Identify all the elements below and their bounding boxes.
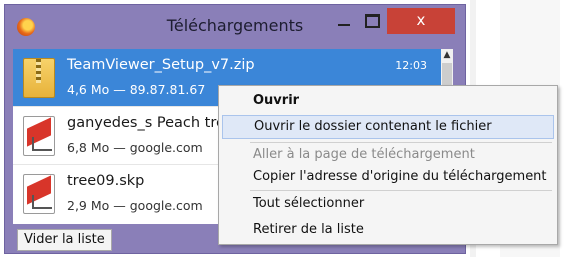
menu-item-select-all[interactable]: Tout sélectionner (222, 192, 554, 216)
close-button[interactable]: x (387, 8, 455, 34)
clear-list-button[interactable]: Vider la liste (17, 229, 112, 251)
context-menu: Ouvrir Ouvrir le dossier contenant le fi… (218, 85, 558, 245)
minimize-button[interactable] (331, 8, 357, 32)
menu-item-open[interactable]: Ouvrir (222, 89, 554, 113)
download-time: 12:03 (395, 59, 427, 72)
sketchup-file-icon (23, 116, 55, 156)
download-info: 4,6 Mo — 89.87.81.67 (67, 82, 206, 97)
sketchup-file-icon (23, 174, 55, 214)
download-info: 2,9 Mo — google.com (67, 198, 203, 213)
download-info: 6,8 Mo — google.com (67, 140, 203, 155)
menu-item-copy-address[interactable]: Copier l'adresse d'origine du télécharge… (222, 165, 554, 189)
download-name: tree09.skp (67, 173, 145, 189)
download-name: TeamViewer_Setup_v7.zip (67, 57, 255, 73)
menu-item-open-folder[interactable]: Ouvrir le dossier contenant le fichier (222, 115, 554, 139)
menu-item-go-to-download-page: Aller à la page de téléchargement (253, 147, 475, 162)
menu-item-remove-from-list[interactable]: Retirer de la liste (222, 218, 554, 242)
scroll-up-arrow-icon[interactable]: ▲ (442, 49, 452, 61)
menu-separator (250, 190, 552, 191)
zip-file-icon (23, 58, 55, 98)
download-name: ganyedes_s Peach tre (67, 115, 225, 131)
title-bar[interactable]: Téléchargements x (5, 5, 465, 45)
maximize-button[interactable] (358, 8, 384, 32)
